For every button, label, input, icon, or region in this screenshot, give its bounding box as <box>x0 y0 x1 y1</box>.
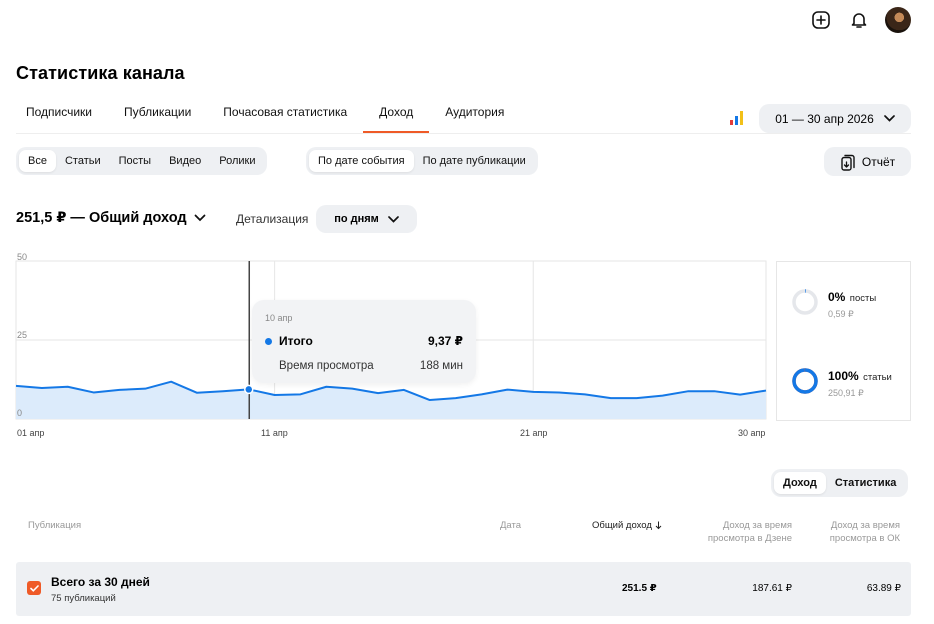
y-tick-25: 25 <box>17 330 28 340</box>
report-label: Отчёт <box>861 154 896 169</box>
check-icon <box>29 584 39 592</box>
y-tick-0: 0 <box>17 408 23 418</box>
filter-articles[interactable]: Статьи <box>56 150 110 172</box>
y-tick-50: 50 <box>17 252 28 262</box>
total-row-total: 251.5 ₽ <box>622 583 657 594</box>
chart-tooltip: 10 апр Итого 9,37 ₽ Время просмотра 188 … <box>252 300 476 383</box>
col-total-label: Общий доход <box>592 520 652 531</box>
total-row-title: Всего за 30 дней <box>51 575 150 589</box>
tooltip-time-label: Время просмотра <box>279 360 374 372</box>
mode-publication-date[interactable]: По дате публикации <box>414 150 535 172</box>
donut-track <box>792 289 818 315</box>
x-tick-label: 30 апр <box>738 428 766 438</box>
x-tick-label: 11 апр <box>261 428 288 438</box>
col-ok-line2: просмотра в ОК <box>829 533 900 544</box>
detail-select[interactable]: по дням <box>316 205 417 233</box>
col-dzen-line2: просмотра в Дзене <box>707 533 792 544</box>
date-range-picker[interactable]: 01 — 30 апр 2026 <box>759 104 911 133</box>
date-mode-filter: По дате события По дате публикации <box>306 147 538 175</box>
bar-chart-icon[interactable] <box>730 111 744 125</box>
detail-value: по дням <box>334 213 379 225</box>
summary-dropdown[interactable]: 251,5 ₽ — Общий доход <box>16 210 206 226</box>
col-date[interactable]: Дата <box>500 519 521 532</box>
toggle-income[interactable]: Доход <box>774 472 826 494</box>
donut-value <box>792 368 818 394</box>
tooltip-total-text: Итого <box>279 334 313 348</box>
series-dot-icon <box>265 337 272 345</box>
share-pct: 100% <box>828 369 859 383</box>
tab-audience[interactable]: Аудитория <box>429 98 520 133</box>
tooltip-total-value: 9,37 ₽ <box>427 334 463 348</box>
col-ok-line1: Доход за время <box>830 520 900 531</box>
tooltip-total-label: Итого <box>265 334 313 348</box>
col-ok-income[interactable]: Доход за время просмотра в ОК <box>830 519 900 545</box>
share-posts: 0% посты 0,59 ₽ <box>791 288 876 320</box>
share-amount: 0,59 ₽ <box>828 309 854 319</box>
donut-posts <box>792 289 818 315</box>
tab-publications[interactable]: Публикации <box>108 98 207 133</box>
report-button[interactable]: Отчёт <box>824 147 911 176</box>
select-all-checkbox[interactable] <box>27 581 41 595</box>
table-row-total[interactable]: Всего за 30 дней 75 публикаций 251.5 ₽ 1… <box>16 562 911 616</box>
sort-down-icon <box>655 521 662 530</box>
donut-articles <box>792 368 818 394</box>
toggle-statistics[interactable]: Статистика <box>826 472 906 494</box>
filter-shorts[interactable]: Ролики <box>210 150 264 172</box>
chevron-down-icon <box>883 115 895 122</box>
col-total[interactable]: Общий доход <box>592 519 662 532</box>
area-fill <box>16 381 766 419</box>
bell-icon[interactable] <box>847 8 871 32</box>
table-mode-toggle: Доход Статистика <box>771 469 909 497</box>
summary-title: 251,5 ₽ — Общий доход <box>16 210 187 226</box>
col-publication[interactable]: Публикация <box>28 519 81 532</box>
content-type-filter: Все Статьи Посты Видео Ролики <box>16 147 268 175</box>
total-row-ok: 63.89 ₽ <box>866 583 901 594</box>
col-dzen-line1: Доход за время <box>722 520 792 531</box>
filter-video[interactable]: Видео <box>160 150 210 172</box>
tooltip-time-value: 188 мин <box>419 360 463 372</box>
share-pct: 0% <box>828 290 846 304</box>
hover-point <box>244 384 254 395</box>
tab-hourly[interactable]: Почасовая статистика <box>207 98 363 133</box>
revenue-share-panel: 0% посты 0,59 ₽ 100% статьи 250,91 ₽ <box>776 261 911 421</box>
chevron-down-icon <box>194 214 205 222</box>
share-kind: статьи <box>863 372 892 383</box>
share-amount: 250,91 ₽ <box>828 388 864 398</box>
avatar[interactable] <box>885 7 911 33</box>
download-document-icon <box>841 154 855 171</box>
x-tick-label: 21 апр <box>520 428 548 438</box>
total-row-dzen: 187.61 ₽ <box>752 583 792 594</box>
plus-square-icon[interactable] <box>809 8 833 32</box>
tab-income[interactable]: Доход <box>363 98 430 133</box>
page-title: Статистика канала <box>16 63 185 83</box>
mode-event-date[interactable]: По дате события <box>309 150 414 172</box>
filter-all[interactable]: Все <box>19 150 56 172</box>
detail-label: Детализация <box>236 212 309 226</box>
col-dzen-income[interactable]: Доход за время просмотра в Дзене <box>708 519 792 545</box>
date-range-value: 01 — 30 апр 2026 <box>775 111 874 126</box>
header-actions <box>809 7 911 33</box>
tabs-divider <box>16 133 911 134</box>
share-articles: 100% статьи 250,91 ₽ <box>791 367 892 399</box>
tab-subscribers[interactable]: Подписчики <box>10 98 108 133</box>
x-tick-label: 01 апр <box>17 428 45 438</box>
tab-bar: Подписчики Публикации Почасовая статисти… <box>10 98 520 133</box>
total-row-subtitle: 75 публикаций <box>51 593 116 604</box>
share-kind: посты <box>849 293 877 304</box>
filter-posts[interactable]: Посты <box>110 150 160 172</box>
chevron-down-icon <box>387 215 399 223</box>
tooltip-date: 10 апр <box>265 313 293 323</box>
